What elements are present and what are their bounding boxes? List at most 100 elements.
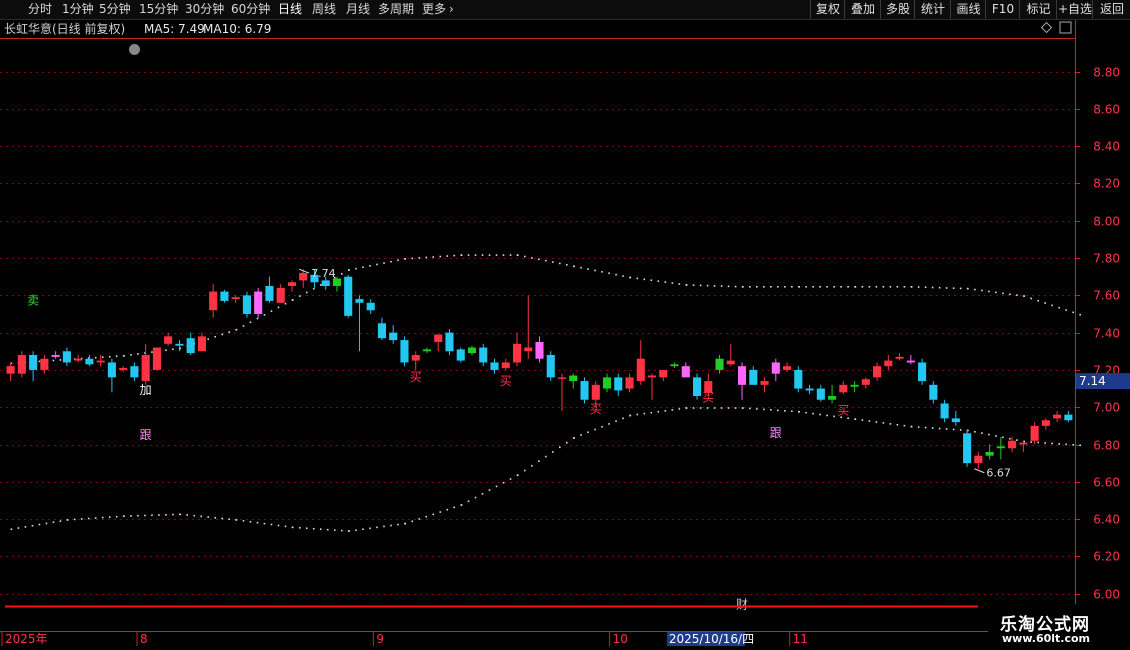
candle-body[interactable] [535, 341, 544, 359]
candle-body[interactable] [918, 362, 927, 382]
candle-body[interactable] [1019, 442, 1028, 445]
candle-body[interactable] [6, 366, 15, 374]
candle-body[interactable] [344, 276, 353, 316]
lower-band-dot [460, 504, 463, 506]
diamond-icon[interactable] [1040, 21, 1053, 34]
candle-body[interactable] [681, 366, 690, 378]
candle-body[interactable] [715, 358, 724, 370]
candle-body[interactable] [220, 291, 229, 301]
candle-body[interactable] [321, 280, 330, 287]
lower-band-dot [284, 525, 287, 528]
upper-band-dot [974, 288, 976, 291]
candle-body[interactable] [355, 299, 364, 303]
candle-body[interactable] [614, 377, 623, 391]
candle-body[interactable] [74, 358, 83, 361]
candle-body[interactable] [445, 332, 454, 352]
candle-body[interactable] [96, 360, 105, 363]
candle-body[interactable] [726, 360, 735, 365]
candle-body[interactable] [512, 343, 522, 363]
candle-body[interactable] [51, 354, 60, 357]
candle-body[interactable] [737, 366, 747, 385]
candle-body[interactable] [209, 291, 218, 311]
candle-body[interactable] [569, 375, 578, 382]
candle-body[interactable] [85, 358, 94, 365]
candle-body[interactable] [479, 347, 488, 363]
candle-body[interactable] [29, 354, 38, 370]
candle-body[interactable] [974, 455, 983, 464]
candle-body[interactable] [164, 336, 173, 344]
candle-body[interactable] [1030, 425, 1039, 441]
candle-body[interactable] [377, 323, 387, 339]
candle-body[interactable] [850, 384, 859, 387]
candle-body[interactable] [996, 446, 1005, 449]
candle-body[interactable] [422, 349, 432, 352]
upper-band-dot [544, 259, 547, 262]
candle-body[interactable] [254, 291, 263, 314]
candle-body[interactable] [107, 362, 116, 378]
candle-body[interactable] [456, 349, 465, 361]
candle-body[interactable] [895, 356, 904, 359]
candle-body[interactable] [805, 388, 814, 391]
candle-body[interactable] [287, 282, 296, 287]
candle-body[interactable] [692, 377, 702, 397]
candle-body[interactable] [906, 360, 915, 363]
candle-body[interactable] [985, 451, 994, 456]
candle-body[interactable] [400, 340, 409, 363]
candle-body[interactable] [557, 377, 567, 379]
candle-body[interactable] [490, 362, 499, 370]
candle-body[interactable] [467, 347, 477, 354]
candle-body[interactable] [828, 396, 837, 400]
candle-body[interactable] [1008, 440, 1017, 449]
candle-body[interactable] [760, 381, 769, 385]
candle-body[interactable] [951, 418, 960, 423]
candle-body[interactable] [591, 384, 600, 400]
candle-body[interactable] [647, 375, 657, 378]
kline-chart[interactable]: 8.808.608.408.208.007.807.607.407.207.00… [0, 0, 1130, 650]
candle-body[interactable] [839, 384, 848, 393]
candle-body[interactable] [659, 369, 668, 378]
candle-body[interactable] [40, 358, 49, 370]
candle-body[interactable] [524, 347, 533, 352]
candle-body[interactable] [175, 343, 184, 346]
candle-body[interactable] [389, 332, 398, 341]
candle-body[interactable] [1064, 414, 1073, 421]
candle-body[interactable] [434, 334, 443, 342]
candle-body[interactable] [152, 347, 161, 370]
candle-body[interactable] [861, 379, 870, 385]
candle-body[interactable] [670, 364, 679, 367]
candle-body[interactable] [749, 369, 758, 385]
candle-body[interactable] [580, 381, 589, 400]
candle-body[interactable] [929, 384, 938, 400]
candle-body[interactable] [771, 362, 780, 374]
candle-body[interactable] [602, 377, 612, 389]
upper-band-dot [924, 286, 927, 289]
candle-body[interactable] [1041, 420, 1050, 426]
candle-body[interactable] [794, 369, 803, 389]
candle-body[interactable] [17, 354, 26, 374]
candle-body[interactable] [130, 366, 139, 378]
candle-body[interactable] [411, 354, 420, 361]
candle-body[interactable] [546, 354, 555, 378]
candle-body[interactable] [119, 368, 128, 370]
candle-body[interactable] [299, 272, 308, 281]
candle-body[interactable] [873, 366, 882, 378]
candle-body[interactable] [884, 360, 893, 367]
candle-body[interactable] [242, 295, 251, 314]
candle-body[interactable] [186, 338, 195, 354]
candle-body[interactable] [636, 358, 645, 382]
candle-body[interactable] [197, 336, 206, 352]
candle-body[interactable] [231, 297, 240, 300]
candle-body[interactable] [963, 433, 972, 464]
candle-body[interactable] [625, 377, 634, 389]
candle-body[interactable] [783, 366, 792, 370]
candle-body[interactable] [816, 388, 825, 400]
candle-body[interactable] [141, 354, 150, 382]
candle-body[interactable] [366, 302, 375, 311]
candle-body[interactable] [940, 403, 949, 419]
candle-body[interactable] [62, 351, 71, 363]
candle-body[interactable] [1053, 414, 1062, 419]
candle-body[interactable] [265, 286, 274, 301]
candle-body[interactable] [276, 287, 285, 303]
panel-toggle-icon[interactable] [1059, 21, 1072, 34]
candle-body[interactable] [501, 362, 510, 369]
